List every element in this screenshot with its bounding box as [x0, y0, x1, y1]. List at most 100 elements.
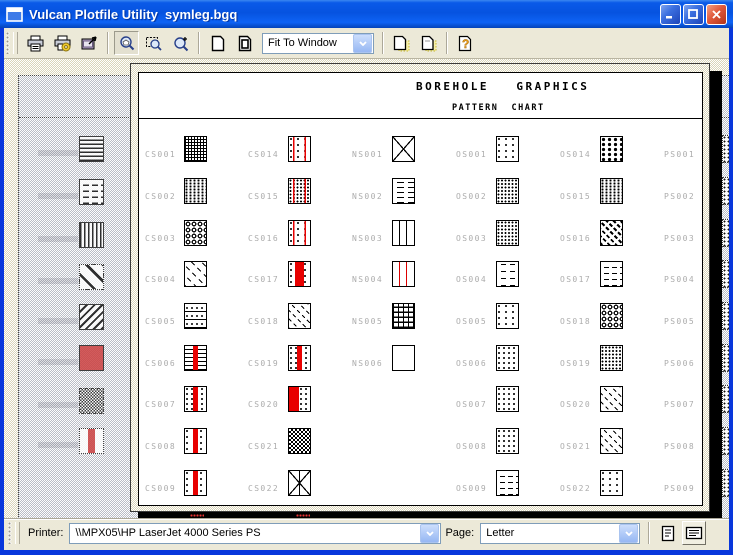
dimmed-swatch-redbar: [79, 428, 104, 454]
pattern-code-label: CS015: [248, 192, 279, 201]
dimmed-pattern-label: [38, 236, 78, 242]
zoom-in-out-button[interactable]: [168, 31, 193, 55]
dimmed-pattern-label: [38, 318, 78, 324]
pattern-swatch-os007: [496, 386, 519, 412]
printer-value: \\MPX05\HP LaserJet 4000 Series PS: [70, 527, 419, 539]
zoom-window-button[interactable]: [141, 31, 166, 55]
pattern-code-label: NS005: [352, 317, 383, 326]
help-button[interactable]: ?: [453, 31, 478, 55]
maximize-button[interactable]: [683, 4, 704, 25]
pattern-code-label: CS003: [145, 234, 176, 243]
pattern-swatch-cs008: [184, 428, 207, 454]
pattern-code-label: CS014: [248, 150, 279, 159]
preview-page: BOREHOLE GRAPHICS PATTERN CHART CS001CS0…: [138, 72, 703, 506]
zoom-mode-combobox[interactable]: Fit To Window: [262, 33, 374, 54]
dimmed-pattern-label: [38, 150, 78, 156]
clipped-swatch-fragment: [722, 260, 729, 288]
toolbar-separator: [107, 32, 109, 54]
printer-label: Printer:: [28, 527, 63, 539]
pan-zoom-tool-button[interactable]: [114, 31, 139, 55]
portrait-orientation-button[interactable]: [656, 521, 680, 545]
document-title: BOREHOLE GRAPHICS: [416, 80, 589, 93]
pattern-code-label: NS004: [352, 275, 383, 284]
titlebar[interactable]: Vulcan Plotfile Utility symleg.bgq: [0, 0, 733, 28]
pattern-code-label: CS019: [248, 359, 279, 368]
pattern-swatch-ns001: [392, 136, 415, 162]
pattern-code-label: CS001: [145, 150, 176, 159]
pan-hand-magnifier-icon: [118, 35, 136, 52]
toolbar-grip[interactable]: [6, 32, 10, 54]
pattern-swatch-cs006: [184, 345, 207, 371]
statusbar-grip-bar[interactable]: [15, 522, 20, 544]
preview-page-shadow-right: [710, 71, 722, 519]
clipped-swatch-fragment: [722, 427, 729, 455]
blank-page-button[interactable]: [205, 31, 230, 55]
close-button[interactable]: [706, 4, 727, 25]
pattern-code-label: PS001: [664, 150, 695, 159]
pattern-swatch-cs018: [288, 303, 311, 329]
pattern-code-label: OS014: [560, 150, 591, 159]
page-border-icon: [237, 35, 253, 52]
pattern-swatch-cs015: [288, 178, 311, 204]
export-plot-button[interactable]: [77, 31, 102, 55]
status-toolbar: Printer: \\MPX05\HP LaserJet 4000 Series…: [0, 519, 733, 546]
page-border-button[interactable]: [232, 31, 257, 55]
plot-client-area: BOREHOLE GRAPHICS PATTERN CHART CS001CS0…: [4, 59, 729, 519]
zoom-in-out-icon: [172, 35, 190, 52]
pattern-swatch-cs003: [184, 220, 207, 246]
zoom-mode-value: Fit To Window: [263, 37, 352, 49]
pattern-code-label: OS016: [560, 234, 591, 243]
pattern-swatch-os009: [496, 470, 519, 496]
print-preview-frame: BOREHOLE GRAPHICS PATTERN CHART CS001CS0…: [130, 63, 710, 512]
printer-dropdown-button[interactable]: [420, 524, 439, 543]
pattern-code-label: PS008: [664, 442, 695, 451]
pattern-code-label: CS007: [145, 400, 176, 409]
page-new-button[interactable]: [389, 31, 414, 55]
statusbar-grip[interactable]: [8, 522, 12, 544]
dimmed-swatch-vlines: [79, 222, 104, 248]
pattern-code-label: CS004: [145, 275, 176, 284]
zoom-mode-dropdown-button[interactable]: [353, 34, 372, 53]
pattern-swatch-cs016: [288, 220, 311, 246]
print-setup-button[interactable]: [50, 31, 75, 55]
pattern-code-label: PS003: [664, 234, 695, 243]
pattern-swatch-ns003: [392, 220, 415, 246]
pattern-swatch-cs019: [288, 345, 311, 371]
pattern-code-label: OS022: [560, 484, 591, 493]
printer-combobox[interactable]: \\MPX05\HP LaserJet 4000 Series PS: [69, 523, 441, 544]
clipped-swatch-fragment: [722, 135, 729, 163]
toolbar-separator: [446, 32, 448, 54]
minimize-button[interactable]: [660, 4, 681, 25]
pattern-code-label: CS018: [248, 317, 279, 326]
pattern-swatch-os016: [600, 220, 623, 246]
pattern-code-label: OS021: [560, 442, 591, 451]
page-size-combobox[interactable]: Letter: [480, 523, 640, 544]
app-window: Vulcan Plotfile Utility symleg.bgq: [0, 0, 733, 555]
pattern-code-label: PS004: [664, 275, 695, 284]
pattern-swatch-os022: [600, 470, 623, 496]
pattern-swatch-ns005: [392, 303, 415, 329]
pattern-swatch-cs009: [184, 470, 207, 496]
page-size-dropdown-button[interactable]: [619, 524, 638, 543]
toolbar-grip-bar[interactable]: [13, 32, 18, 54]
pattern-code-label: OS009: [456, 484, 487, 493]
dimmed-swatch-hatch: [79, 264, 104, 290]
blank-page-icon: [210, 35, 226, 52]
dimmed-pattern-label: [38, 402, 78, 408]
print-button[interactable]: [23, 31, 48, 55]
pattern-swatch-cs007: [184, 386, 207, 412]
shadow-red-marks: [296, 514, 310, 517]
dimmed-pattern-label: [38, 442, 78, 448]
zoom-window-icon: [145, 35, 163, 52]
dimmed-swatch-red: [79, 345, 104, 371]
pattern-swatch-os006: [496, 345, 519, 371]
pattern-code-label: OS006: [456, 359, 487, 368]
clipped-swatch-fragment: [722, 177, 729, 205]
dimmed-swatch-hlines: [79, 136, 104, 162]
page-copy-button[interactable]: [416, 31, 441, 55]
landscape-orientation-button[interactable]: [682, 521, 706, 545]
pattern-swatch-os014: [600, 136, 623, 162]
clipped-swatch-fragment: [722, 344, 729, 372]
pattern-code-label: CS009: [145, 484, 176, 493]
pattern-code-label: CS016: [248, 234, 279, 243]
